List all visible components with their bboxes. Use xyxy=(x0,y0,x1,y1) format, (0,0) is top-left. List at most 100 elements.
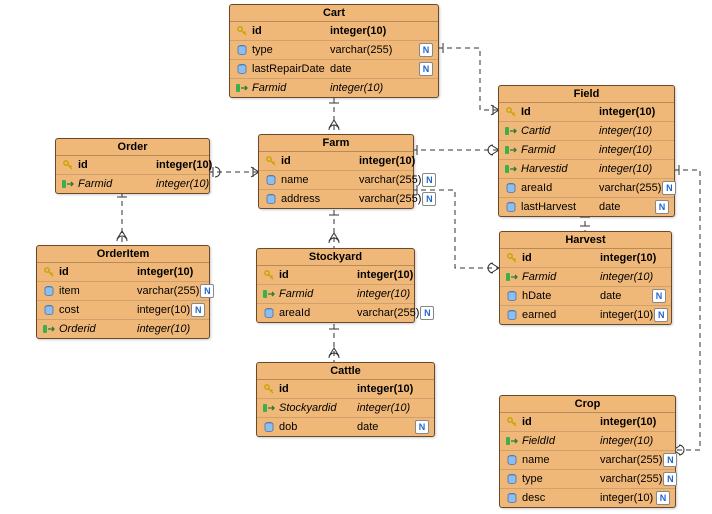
entity-row: Farmidinteger(10) xyxy=(230,79,438,97)
nullable-badge: N xyxy=(662,181,676,195)
nullable-cell: N xyxy=(655,491,671,505)
entity-row: idinteger(10) xyxy=(500,413,675,432)
nullable-cell: N xyxy=(651,289,667,303)
entity-title: OrderItem xyxy=(37,246,209,263)
column-name: name xyxy=(520,454,596,466)
entity-row: lastRepairDatedateN xyxy=(230,60,438,79)
column-name: cost xyxy=(57,304,133,316)
column-name: id xyxy=(250,25,326,37)
column-type: integer(10) xyxy=(133,304,190,316)
entity-rows: idinteger(10)Stockyardidinteger(10)dobda… xyxy=(257,380,434,436)
nullable-badge: N xyxy=(652,289,666,303)
column-name: Farmid xyxy=(519,144,595,156)
column-type: integer(10) xyxy=(152,178,209,190)
column-name: item xyxy=(57,285,133,297)
entity-row: idinteger(10) xyxy=(259,152,413,171)
entity-row: idinteger(10) xyxy=(257,380,434,399)
nullable-cell: N xyxy=(414,420,430,434)
nullable-badge: N xyxy=(422,192,436,206)
column-icon xyxy=(234,63,250,75)
entity-row: Farmidinteger(10) xyxy=(500,268,671,287)
column-name: Farmid xyxy=(520,271,596,283)
entity-row: Stockyardidinteger(10) xyxy=(257,399,434,418)
entity-row: lastHarvestdateN xyxy=(499,198,674,216)
entity-row: typevarchar(255)N xyxy=(230,41,438,60)
column-icon xyxy=(263,193,279,205)
column-type: integer(10) xyxy=(152,159,212,171)
entity-title: Stockyard xyxy=(257,249,414,266)
entity-harvest: Harvest idinteger(10)Farmidinteger(10)hD… xyxy=(499,231,672,325)
column-type: integer(10) xyxy=(595,106,655,118)
column-name: hDate xyxy=(520,290,596,302)
entity-row: namevarchar(255)N xyxy=(500,451,675,470)
column-type: varchar(255) xyxy=(596,473,662,485)
entity-row: idinteger(10) xyxy=(56,156,209,175)
column-icon xyxy=(503,182,519,194)
entity-row: Farmidinteger(10) xyxy=(56,175,209,193)
nullable-badge: N xyxy=(654,308,668,322)
nullable-badge: N xyxy=(200,284,214,298)
entity-row: Idinteger(10) xyxy=(499,103,674,122)
column-type: date xyxy=(596,290,651,302)
column-type: varchar(255) xyxy=(326,44,418,56)
entity-field: Field Idinteger(10)Cartidinteger(10)Farm… xyxy=(498,85,675,217)
key-icon xyxy=(504,252,520,264)
column-name: type xyxy=(520,473,596,485)
nullable-badge: N xyxy=(419,62,433,76)
entity-row: Harvestidinteger(10) xyxy=(499,160,674,179)
entity-rows: idinteger(10)FieldIdinteger(10)namevarch… xyxy=(500,413,675,507)
nullable-cell: N xyxy=(662,472,678,486)
column-name: id xyxy=(57,266,133,278)
column-name: id xyxy=(279,155,355,167)
column-type: varchar(255) xyxy=(355,174,421,186)
nullable-badge: N xyxy=(422,173,436,187)
nullable-badge: N xyxy=(655,200,669,214)
column-type: date xyxy=(326,63,418,75)
entity-row: idinteger(10) xyxy=(37,263,209,282)
column-name: Cartid xyxy=(519,125,595,137)
column-type: integer(10) xyxy=(596,435,655,447)
entity-rows: idinteger(10)Farmidinteger(10)hDatedateN… xyxy=(500,249,671,324)
column-name: lastHarvest xyxy=(519,201,595,213)
foreign-key-icon xyxy=(503,144,519,156)
entity-title: Cattle xyxy=(257,363,434,380)
entity-row: idinteger(10) xyxy=(500,249,671,268)
entity-row: addressvarchar(255)N xyxy=(259,190,413,208)
entity-row: dobdateN xyxy=(257,418,434,436)
column-name: id xyxy=(76,159,152,171)
column-name: areaId xyxy=(277,307,353,319)
entity-crop: Crop idinteger(10)FieldIdinteger(10)name… xyxy=(499,395,676,508)
column-name: name xyxy=(279,174,355,186)
column-name: dob xyxy=(277,421,353,433)
column-name: id xyxy=(520,252,596,264)
nullable-badge: N xyxy=(415,420,429,434)
entity-row: costinteger(10)N xyxy=(37,301,209,320)
column-type: date xyxy=(353,421,414,433)
entity-orderitem: OrderItem idinteger(10)itemvarchar(255)N… xyxy=(36,245,210,339)
entity-row: FieldIdinteger(10) xyxy=(500,432,675,451)
column-name: id xyxy=(277,269,353,281)
column-name: id xyxy=(520,416,596,428)
column-name: desc xyxy=(520,492,596,504)
nullable-cell: N xyxy=(418,62,434,76)
column-type: varchar(255) xyxy=(355,193,421,205)
column-type: integer(10) xyxy=(596,492,655,504)
column-icon xyxy=(504,290,520,302)
key-icon xyxy=(261,269,277,281)
key-icon xyxy=(41,266,57,278)
nullable-badge: N xyxy=(656,491,670,505)
nullable-cell: N xyxy=(421,192,437,206)
column-name: Orderid xyxy=(57,323,133,335)
column-icon xyxy=(263,174,279,186)
column-type: varchar(255) xyxy=(133,285,199,297)
column-name: Farmid xyxy=(76,178,152,190)
foreign-key-icon xyxy=(60,178,76,190)
column-type: integer(10) xyxy=(133,323,190,335)
entity-row: itemvarchar(255)N xyxy=(37,282,209,301)
column-icon xyxy=(261,307,277,319)
column-type: integer(10) xyxy=(595,144,654,156)
entity-title: Farm xyxy=(259,135,413,152)
column-name: Id xyxy=(519,106,595,118)
entity-row: Farmidinteger(10) xyxy=(257,285,414,304)
column-type: integer(10) xyxy=(596,252,656,264)
